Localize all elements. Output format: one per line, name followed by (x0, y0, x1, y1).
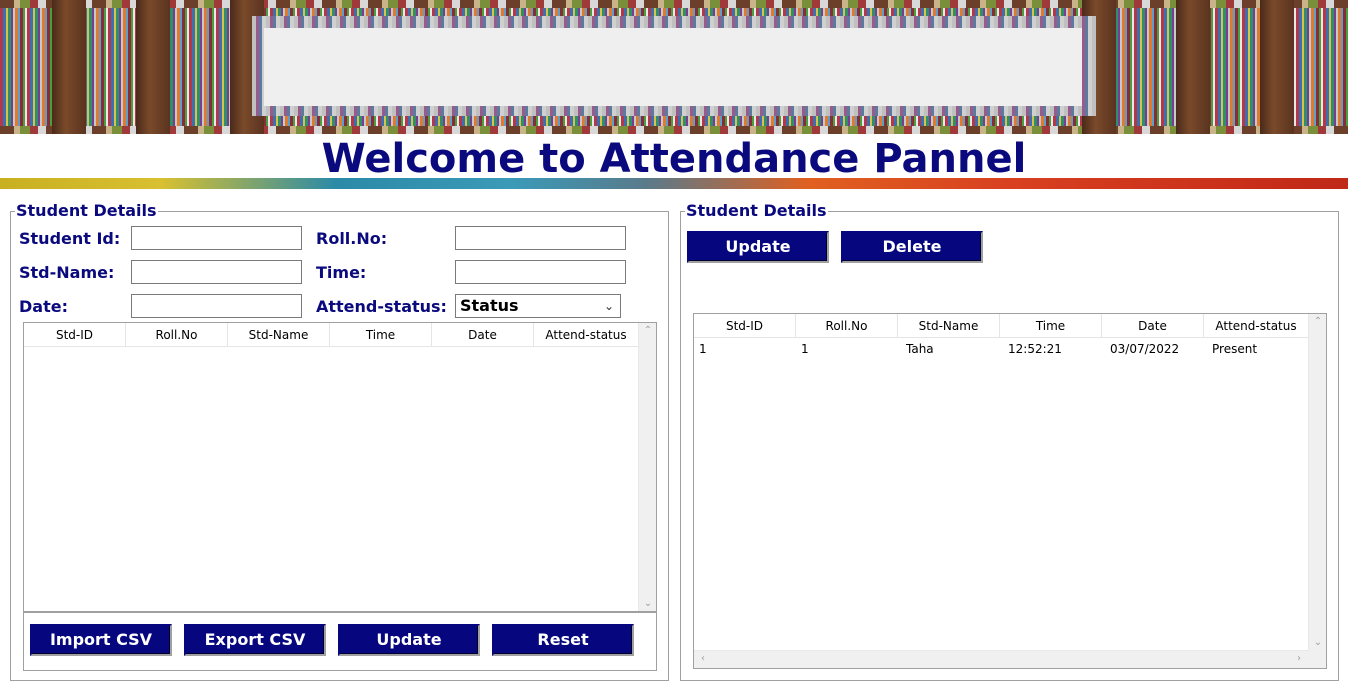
std-name-input[interactable] (131, 260, 302, 284)
right-table-vertical-scrollbar[interactable]: ⌃ ⌄ (1308, 314, 1326, 650)
right-attendance-table[interactable]: Std-ID Roll.No Std-Name Time Date Attend… (693, 313, 1327, 669)
export-csv-button[interactable]: Export CSV (184, 624, 326, 656)
chevron-down-icon: ⌄ (603, 299, 614, 313)
right-table-header: Std-ID Roll.No Std-Name Time Date Attend… (694, 314, 1308, 338)
left-student-details-group: Student Details Student Id: Roll.No: Std… (10, 202, 669, 681)
right-update-button[interactable]: Update (687, 231, 829, 263)
roll-no-label: Roll.No: (316, 229, 388, 248)
cell-time: 12:52:21 (1008, 342, 1062, 356)
right-table-col-header[interactable]: Attend-status (1204, 314, 1308, 338)
banner-shelf-band-top (0, 0, 1348, 8)
banner-window (264, 28, 1082, 106)
left-table-col-header[interactable]: Std-Name (228, 323, 330, 347)
right-student-details-group: Student Details Update Delete Std-ID Rol… (680, 202, 1339, 681)
left-attendance-table[interactable]: Std-ID Roll.No Std-Name Time Date Attend… (23, 322, 657, 612)
left-group-legend: Student Details (15, 201, 158, 220)
left-table-col-header[interactable]: Std-ID (24, 323, 126, 347)
scroll-right-arrow-icon[interactable]: › (1290, 653, 1308, 664)
cell-attend-status: Present (1212, 342, 1258, 356)
banner-image (0, 0, 1348, 134)
right-table-col-header[interactable]: Date (1102, 314, 1204, 338)
banner-shelf-post (136, 0, 170, 134)
scroll-left-arrow-icon[interactable]: ‹ (694, 653, 712, 664)
table-row[interactable]: 1 1 Taha 12:52:21 03/07/2022 Present (694, 338, 1308, 360)
std-name-label: Std-Name: (19, 263, 115, 282)
banner-shelf-band-bottom (0, 126, 1348, 134)
left-table-col-header[interactable]: Date (432, 323, 534, 347)
delete-button[interactable]: Delete (841, 231, 983, 263)
attend-status-select[interactable]: Status ⌄ (455, 294, 621, 318)
cell-date: 03/07/2022 (1110, 342, 1180, 356)
paint-strip-decoration (0, 178, 1348, 189)
right-table-col-header[interactable]: Std-ID (694, 314, 796, 338)
left-table-header: Std-ID Roll.No Std-Name Time Date Attend… (24, 323, 638, 347)
scroll-down-arrow-icon[interactable]: ⌄ (639, 598, 656, 609)
student-id-label: Student Id: (19, 229, 121, 248)
time-label: Time: (316, 263, 367, 282)
left-table-col-header[interactable]: Attend-status (534, 323, 638, 347)
cell-roll-no: 1 (801, 342, 809, 356)
attend-status-label: Attend-status: (316, 297, 447, 316)
student-id-input[interactable] (131, 226, 302, 250)
banner-shelf-post (1260, 0, 1294, 134)
right-table-col-header[interactable]: Roll.No (796, 314, 898, 338)
roll-no-input[interactable] (455, 226, 626, 250)
left-table-col-header[interactable]: Roll.No (126, 323, 228, 347)
scroll-down-arrow-icon[interactable]: ⌄ (1309, 637, 1326, 648)
cell-std-name: Taha (906, 342, 934, 356)
banner-shelf-post (52, 0, 86, 134)
time-input[interactable] (455, 260, 626, 284)
page-title: Welcome to Attendance Pannel (321, 136, 1027, 182)
scroll-up-arrow-icon[interactable]: ⌃ (1309, 316, 1326, 327)
right-table-horizontal-scrollbar[interactable]: ‹ › (694, 650, 1308, 668)
right-table-col-header[interactable]: Time (1000, 314, 1102, 338)
date-label: Date: (19, 297, 68, 316)
reset-button[interactable]: Reset (492, 624, 634, 656)
left-table-col-header[interactable]: Time (330, 323, 432, 347)
left-table-vertical-scrollbar[interactable]: ⌃ ⌄ (638, 323, 656, 611)
import-csv-button[interactable]: Import CSV (30, 624, 172, 656)
date-input[interactable] (131, 294, 302, 318)
right-group-legend: Student Details (685, 201, 828, 220)
scroll-up-arrow-icon[interactable]: ⌃ (639, 325, 656, 336)
left-button-panel: Import CSV Export CSV Update Reset (23, 612, 657, 671)
right-table-col-header[interactable]: Std-Name (898, 314, 1000, 338)
cell-std-id: 1 (699, 342, 707, 356)
banner-shelf-post (1176, 0, 1210, 134)
attend-status-selected-value: Status (460, 296, 519, 315)
update-button[interactable]: Update (338, 624, 480, 656)
scrollbar-corner (1308, 650, 1326, 668)
